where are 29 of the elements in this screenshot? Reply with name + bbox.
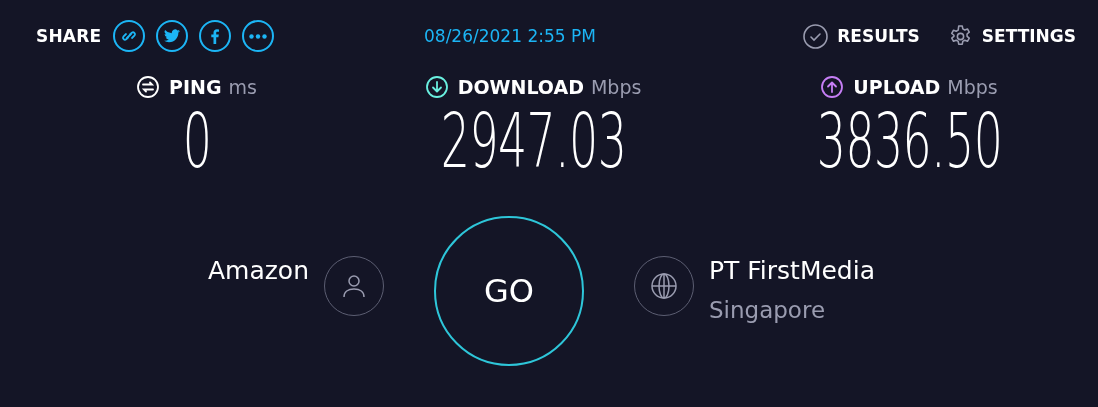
- link-icon: [121, 28, 138, 44]
- settings-button[interactable]: SETTINGS: [947, 23, 1076, 49]
- share-button[interactable]: [113, 20, 146, 52]
- metric-label: UPLOAD: [853, 76, 941, 98]
- metric-unit: Mbps: [590, 76, 642, 98]
- share-button[interactable]: [156, 20, 189, 52]
- server-name: PT FirstMedia: [709, 256, 875, 285]
- upload-icon: [821, 76, 844, 98]
- download-icon: [425, 76, 448, 98]
- results-button[interactable]: RESULTS: [803, 23, 920, 49]
- metric-value: 3836.50: [816, 104, 1003, 178]
- metric-label: PING: [169, 76, 222, 98]
- metric-label: DOWNLOAD: [457, 76, 584, 98]
- more-icon: [249, 33, 268, 39]
- server-location: Singapore: [709, 297, 827, 323]
- facebook-icon: [211, 28, 220, 44]
- provider-name: Amazon: [207, 256, 309, 285]
- check-icon: [803, 23, 829, 49]
- metric-unit: ms: [228, 76, 257, 98]
- metric-unit: Mbps: [947, 76, 998, 98]
- bird-icon: [164, 29, 181, 43]
- share-label: SHARE: [36, 26, 102, 46]
- share-button[interactable]: [199, 20, 232, 52]
- go-button[interactable]: GO: [434, 216, 584, 366]
- share-button[interactable]: [242, 20, 275, 52]
- ping-icon: [137, 76, 159, 98]
- test-timestamp: 08/26/2021 2:55 PM: [423, 26, 597, 46]
- metric-value: 0: [182, 104, 212, 178]
- metric-value: 2947.03: [440, 104, 627, 178]
